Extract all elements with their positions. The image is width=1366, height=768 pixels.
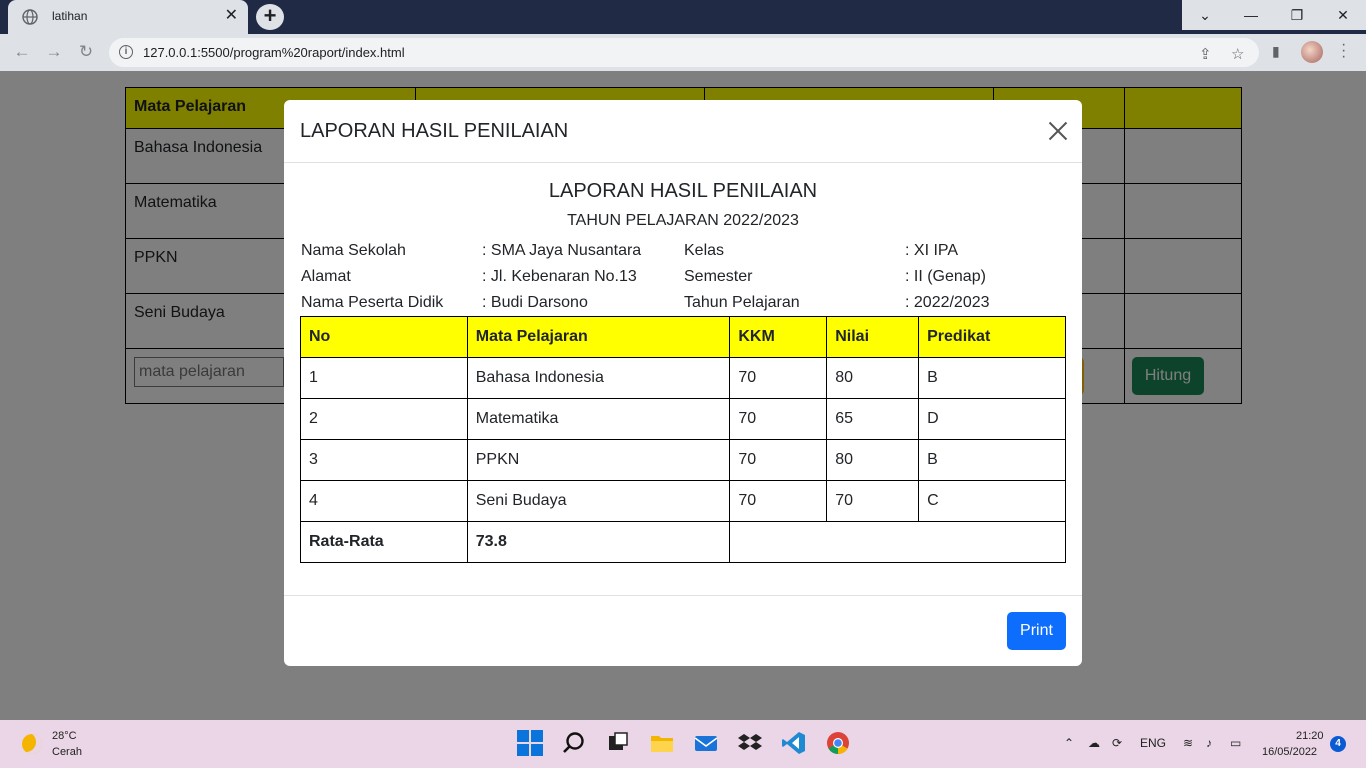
grades-table: No Mata Pelajaran KKM Nilai Predikat 1 B… <box>300 316 1066 563</box>
moon-weather-icon[interactable] <box>22 734 42 754</box>
cell-kkm: 70 <box>729 439 828 481</box>
semester-value: : II (Genap) <box>905 268 986 285</box>
cell-nilai: 70 <box>826 480 920 522</box>
browser-toolbar: ← → ↻ i 127.0.0.1:5500/program%20raport/… <box>0 34 1366 71</box>
weather-temperature[interactable]: 28°C <box>52 730 77 742</box>
search-icon[interactable] <box>561 730 587 756</box>
restore-button[interactable]: ❐ <box>1274 0 1320 30</box>
cell-nilai: 80 <box>826 357 920 399</box>
semester-label: Semester <box>684 268 753 285</box>
cell-kkm: 70 <box>729 398 828 440</box>
table-header-row: No Mata Pelajaran KKM Nilai Predikat <box>300 316 1066 358</box>
close-icon[interactable] <box>1048 119 1068 141</box>
school-year-label: Tahun Pelajaran <box>684 294 800 311</box>
address-bar[interactable]: i 127.0.0.1:5500/program%20raport/index.… <box>109 38 1259 67</box>
cell-nilai: 65 <box>826 398 920 440</box>
modal-header: LAPORAN HASIL PENILAIAN <box>284 100 1082 163</box>
average-row: Rata-Rata 73.8 <box>300 521 1066 563</box>
cell-predikat: D <box>918 398 1066 440</box>
share-icon[interactable]: ⇪ <box>1199 45 1212 63</box>
header-kkm: KKM <box>729 316 828 358</box>
tab-close-icon[interactable]: ✕ <box>225 7 238 25</box>
browser-tab[interactable]: latihan ✕ <box>8 0 248 34</box>
globe-icon <box>22 9 38 25</box>
print-button[interactable]: Print <box>1007 612 1066 650</box>
wifi-icon[interactable]: ≋ <box>1183 736 1193 750</box>
mail-icon[interactable] <box>693 730 719 756</box>
header-subject: Mata Pelajaran <box>466 316 731 358</box>
report-subtitle: TAHUN PELAJARAN 2022/2023 <box>567 212 799 229</box>
cell-nilai: 80 <box>826 439 920 481</box>
table-row: 3 PPKN 70 80 B <box>300 439 1066 481</box>
site-info-icon[interactable]: i <box>119 45 133 59</box>
cell-no: 4 <box>300 480 468 522</box>
tab-title: latihan <box>52 9 88 23</box>
minimize-button[interactable]: — <box>1228 0 1274 30</box>
table-row: 2 Matematika 70 65 D <box>300 398 1066 440</box>
menu-kebab-icon[interactable]: · · · <box>1341 37 1346 65</box>
average-empty-cell <box>729 521 1066 563</box>
new-tab-button[interactable]: + <box>256 4 284 30</box>
table-row: 1 Bahasa Indonesia 70 80 B <box>300 357 1066 399</box>
profile-avatar[interactable] <box>1301 41 1323 63</box>
file-explorer-icon[interactable] <box>649 730 675 756</box>
report-title: LAPORAN HASIL PENILAIAN <box>548 180 818 202</box>
dropbox-icon[interactable] <box>737 730 763 756</box>
cloud-icon[interactable]: ☁ <box>1088 736 1100 750</box>
cell-kkm: 70 <box>729 357 828 399</box>
side-panel-icon[interactable]: ▮ <box>1272 43 1280 60</box>
average-label: Rata-Rata <box>300 521 468 563</box>
bookmark-star-icon[interactable]: ☆ <box>1231 45 1244 63</box>
header-no: No <box>300 316 468 358</box>
close-window-button[interactable]: ✕ <box>1320 0 1366 30</box>
weather-description[interactable]: Cerah <box>52 746 82 758</box>
browser-tab-strip: latihan ✕ + ⌄ — ❐ ✕ <box>0 0 1366 34</box>
back-icon[interactable]: ← <box>11 42 33 62</box>
student-name-value: : Budi Darsono <box>482 294 588 311</box>
cell-subject: PPKN <box>466 439 731 481</box>
url-text[interactable]: 127.0.0.1:5500/program%20raport/index.ht… <box>143 45 405 60</box>
header-nilai: Nilai <box>826 316 920 358</box>
cell-subject: Seni Budaya <box>466 480 731 522</box>
chevron-up-icon[interactable]: ⌃ <box>1064 736 1074 750</box>
table-row: 4 Seni Budaya 70 70 C <box>300 480 1066 522</box>
cell-no: 1 <box>300 357 468 399</box>
tab-search-button[interactable]: ⌄ <box>1182 0 1228 30</box>
cell-no: 3 <box>300 439 468 481</box>
modal-title: LAPORAN HASIL PENILAIAN <box>300 120 569 142</box>
school-name-value: : SMA Jaya Nusantara <box>482 242 642 259</box>
modal-footer: Print <box>284 595 1082 666</box>
task-view-icon[interactable] <box>605 730 631 756</box>
vscode-icon[interactable] <box>781 730 807 756</box>
average-value: 73.8 <box>466 521 731 563</box>
address-value: : Jl. Kebenaran No.13 <box>482 268 637 285</box>
cell-predikat: C <box>918 480 1066 522</box>
forward-icon[interactable]: → <box>43 42 65 62</box>
report-modal: LAPORAN HASIL PENILAIAN LAPORAN HASIL PE… <box>284 100 1082 666</box>
cell-predikat: B <box>918 357 1066 399</box>
cell-subject: Matematika <box>466 398 731 440</box>
school-name-label: Nama Sekolah <box>301 242 406 259</box>
address-label: Alamat <box>301 268 351 285</box>
windows-start-icon[interactable] <box>517 730 543 756</box>
sync-icon[interactable]: ⟳ <box>1112 736 1122 750</box>
class-label: Kelas <box>684 242 725 259</box>
volume-muted-icon[interactable]: ♪ <box>1206 736 1212 750</box>
cell-subject: Bahasa Indonesia <box>466 357 731 399</box>
language-indicator[interactable]: ENG <box>1140 736 1166 750</box>
school-year-value: : 2022/2023 <box>905 294 990 311</box>
clock-date[interactable]: 16/05/2022 <box>1262 746 1317 758</box>
clock-time[interactable]: 21:20 <box>1296 730 1324 742</box>
chrome-icon[interactable] <box>825 730 851 756</box>
notification-badge[interactable]: 4 <box>1330 736 1346 752</box>
student-name-label: Nama Peserta Didik <box>301 294 444 311</box>
cell-predikat: B <box>918 439 1066 481</box>
header-predikat: Predikat <box>918 316 1066 358</box>
cell-no: 2 <box>300 398 468 440</box>
windows-taskbar: 28°C Cerah ⌃ ☁ ⟳ ENG ≋ ♪ ▭ 21:20 16/05/2… <box>0 720 1366 768</box>
battery-icon[interactable]: ▭ <box>1230 736 1241 750</box>
class-value: : XI IPA <box>905 242 959 259</box>
cell-kkm: 70 <box>729 480 828 522</box>
reload-icon[interactable]: ↻ <box>75 42 97 62</box>
